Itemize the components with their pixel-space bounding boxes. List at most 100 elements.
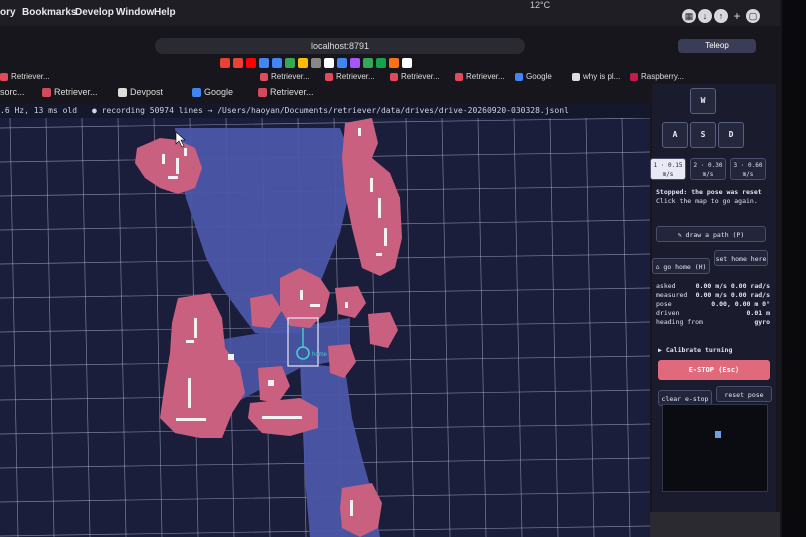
speed-1-button[interactable]: 1 · 0.15 m/s bbox=[650, 158, 686, 180]
speed-3-button[interactable]: 3 · 0.60 m/s bbox=[730, 158, 766, 180]
stat-row: driven 0.01 m bbox=[656, 309, 770, 318]
tab-label: Retriever... bbox=[54, 87, 98, 97]
tab-item[interactable]: Retriever... bbox=[258, 87, 314, 97]
new-tab-icon[interactable]: + bbox=[730, 9, 744, 23]
favorite-icon[interactable] bbox=[389, 58, 399, 68]
bookmark-item[interactable]: Retriever... bbox=[455, 72, 505, 81]
favorite-icon[interactable] bbox=[337, 58, 347, 68]
bookmark-item[interactable]: Google bbox=[515, 72, 552, 81]
grid-line bbox=[441, 118, 451, 537]
occupied-cell bbox=[184, 148, 187, 156]
favorite-icon[interactable] bbox=[285, 58, 295, 68]
stat-row: measured 0.00 m/s 0.00 rad/s bbox=[656, 291, 770, 300]
grid-line bbox=[45, 118, 55, 537]
robot-label: home bbox=[312, 352, 328, 358]
speed-unit: m/s bbox=[702, 171, 714, 178]
occupied-cell bbox=[262, 416, 302, 419]
map-canvas[interactable]: home bbox=[0, 118, 650, 537]
tab-label: Retriever... bbox=[270, 87, 314, 97]
bookmark-label: why is pl... bbox=[583, 72, 621, 81]
app-icon bbox=[42, 87, 51, 97]
dock bbox=[650, 512, 780, 537]
key-a-button[interactable]: A bbox=[662, 122, 688, 148]
favorite-icon[interactable] bbox=[324, 58, 334, 68]
bookmark-item[interactable]: Retriever... bbox=[390, 72, 440, 81]
grid-line bbox=[585, 118, 595, 537]
tab-overview-icon[interactable]: ▢ bbox=[746, 9, 760, 23]
menu-help[interactable]: Help bbox=[154, 7, 176, 18]
speed-label: 2 · 0.30 bbox=[693, 162, 723, 169]
menu-develop[interactable]: Develop bbox=[75, 7, 114, 18]
occupancy-map[interactable]: home bbox=[0, 118, 650, 537]
go-home-button[interactable]: ⌂ go home (H) bbox=[652, 258, 710, 274]
bookmark-item[interactable]: Retriever... bbox=[260, 72, 310, 81]
teleop-panel: W A S D 1 · 0.15 m/s 2 · 0.30 m/s 3 · 0.60… bbox=[650, 84, 776, 537]
obstacle-blob bbox=[368, 312, 398, 348]
bookmark-item[interactable]: why is pl... bbox=[572, 72, 620, 81]
grid-line bbox=[9, 118, 19, 537]
address-bar[interactable]: localhost:8791 bbox=[155, 38, 525, 54]
favorites-row bbox=[220, 58, 412, 70]
url-text: localhost:8791 bbox=[310, 41, 370, 51]
favorite-icon[interactable] bbox=[272, 58, 282, 68]
bookmark-item[interactable]: Retriever... bbox=[325, 72, 375, 81]
favorite-icon[interactable] bbox=[363, 58, 373, 68]
favorite-icon[interactable] bbox=[298, 58, 308, 68]
tab-item[interactable]: sorc... bbox=[0, 87, 25, 97]
favorite-icon[interactable] bbox=[402, 58, 412, 68]
stat-value: 0.01 m bbox=[746, 309, 770, 317]
occupied-cell bbox=[378, 198, 381, 218]
reset-pose-button[interactable]: reset pose (R) bbox=[716, 386, 772, 415]
favorite-icon[interactable] bbox=[350, 58, 360, 68]
app-icon bbox=[260, 72, 268, 81]
occupied-cell bbox=[186, 340, 194, 343]
tab-label: Teleop bbox=[705, 41, 729, 50]
message-body: Click the map to go again. bbox=[656, 197, 758, 205]
calibrate-toggle[interactable]: ▶ Calibrate turning bbox=[658, 346, 732, 354]
occupied-cell bbox=[358, 128, 361, 136]
favorite-icon[interactable] bbox=[233, 58, 243, 68]
bookmark-label: Retriever... bbox=[336, 72, 375, 81]
favorite-icon[interactable] bbox=[246, 58, 256, 68]
tab-teleop[interactable]: Teleop bbox=[678, 39, 756, 53]
draw-path-button[interactable]: ✎ draw a path (P) bbox=[656, 226, 766, 242]
app-icon bbox=[455, 72, 463, 81]
bookmark-item[interactable]: Retriever... bbox=[0, 72, 50, 81]
bookmark-label: Retriever... bbox=[466, 72, 505, 81]
favorite-icon[interactable] bbox=[311, 58, 321, 68]
google-icon bbox=[515, 72, 523, 81]
speed-2-button[interactable]: 2 · 0.30 m/s bbox=[690, 158, 726, 180]
tab-label: Devpost bbox=[130, 87, 164, 97]
grid-line bbox=[81, 118, 91, 537]
favorite-icon[interactable] bbox=[376, 58, 386, 68]
bookmark-item[interactable]: Raspberry... bbox=[630, 72, 684, 81]
menu-window[interactable]: Window bbox=[116, 7, 154, 18]
sidebar-icon[interactable]: ▦ bbox=[682, 9, 696, 23]
set-home-button[interactable]: set home here bbox=[714, 250, 768, 266]
menu-history[interactable]: ory bbox=[0, 7, 16, 18]
key-w-button[interactable]: W bbox=[690, 88, 716, 114]
occupied-cell bbox=[310, 304, 320, 307]
speed-unit: m/s bbox=[662, 171, 674, 178]
menu-bookmarks[interactable]: Bookmarks bbox=[22, 7, 76, 18]
obstacle-blob bbox=[335, 286, 366, 318]
tab-item[interactable]: Google bbox=[192, 87, 233, 97]
key-d-button[interactable]: D bbox=[718, 122, 744, 148]
stat-key: measured bbox=[656, 291, 688, 299]
estop-button[interactable]: E-STOP (Esc) bbox=[658, 360, 770, 380]
key-s-button[interactable]: S bbox=[690, 122, 716, 148]
screen-bezel bbox=[782, 0, 806, 537]
occupied-cell bbox=[162, 154, 165, 164]
favorite-icon[interactable] bbox=[220, 58, 230, 68]
tab-item[interactable]: Devpost bbox=[118, 87, 163, 97]
favorite-icon[interactable] bbox=[259, 58, 269, 68]
share-icon[interactable]: ↑ bbox=[714, 9, 728, 23]
stat-key: driven bbox=[656, 309, 680, 317]
occupied-cell bbox=[300, 290, 303, 300]
occupied-cell bbox=[350, 500, 353, 516]
occupied-cell bbox=[228, 354, 234, 360]
bookmark-label: Raspberry... bbox=[641, 72, 684, 81]
download-icon[interactable]: ↓ bbox=[698, 9, 712, 23]
tab-item[interactable]: Retriever... bbox=[42, 87, 98, 97]
speed-label: 3 · 0.60 bbox=[733, 162, 763, 169]
